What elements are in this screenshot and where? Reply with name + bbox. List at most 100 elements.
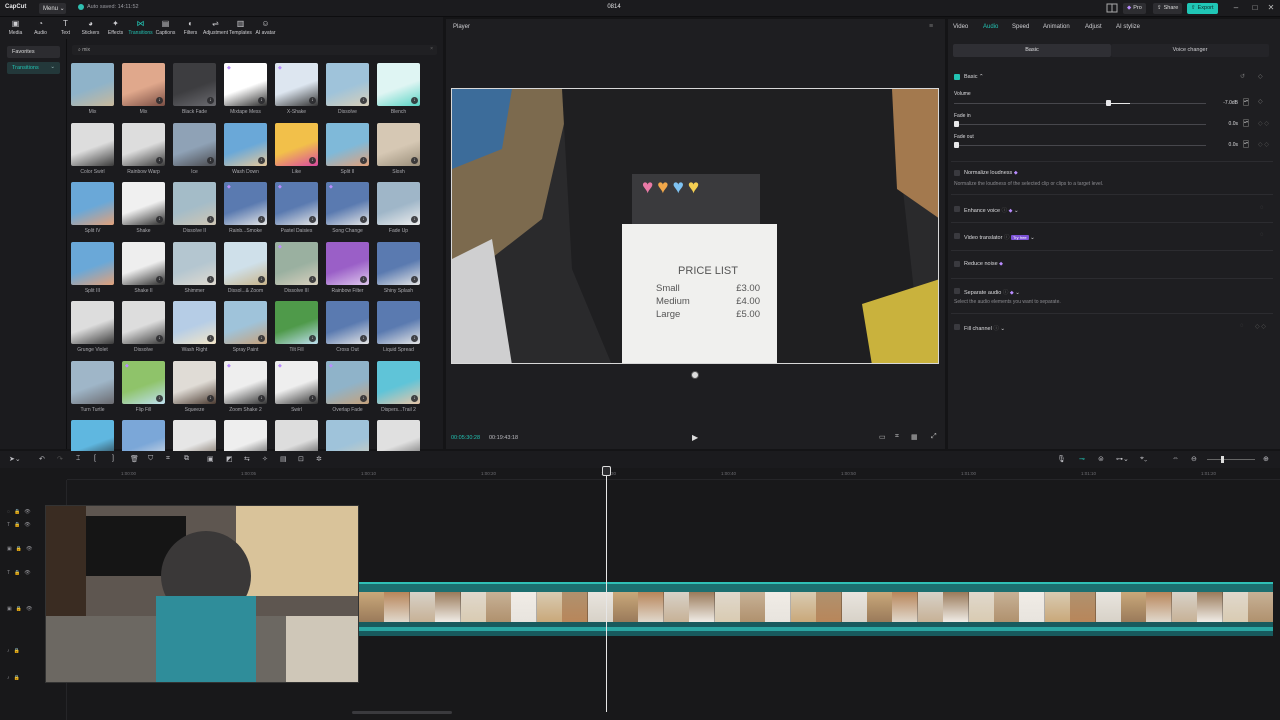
rotate-handle[interactable]	[691, 371, 699, 379]
transition-card[interactable]: ↓ Shake II	[122, 241, 165, 294]
transition-card[interactable]: ◆ ↓ Swirl	[275, 360, 318, 413]
download-icon[interactable]: ↓	[156, 275, 163, 283]
zoom-slider-knob[interactable]	[1221, 456, 1225, 463]
download-icon[interactable]: ↓	[207, 335, 214, 342]
eye-icon[interactable]: 👁	[26, 606, 36, 612]
reset-icon[interactable]: ↺	[1240, 73, 1245, 80]
play-button[interactable]: ▶	[692, 433, 698, 442]
microphone-icon[interactable]: 🎙	[1057, 455, 1066, 463]
share-button[interactable]: ⇪ Share	[1153, 3, 1183, 14]
playhead-handle[interactable]	[602, 466, 611, 476]
zoom-out-icon[interactable]: ⊖	[1191, 455, 1197, 463]
volume-slider-knob[interactable]	[1105, 100, 1111, 106]
transition-card[interactable]: ↓ Dissolve	[326, 63, 369, 115]
fullscreen-icon[interactable]: ⤢	[931, 433, 937, 441]
download-icon[interactable]: ↓	[258, 275, 265, 283]
lock-icon[interactable]: 🔒	[14, 522, 24, 528]
undo-icon[interactable]: ↶	[39, 455, 45, 463]
volume-value[interactable]: -7.0dB	[1218, 100, 1238, 106]
transition-card[interactable]: ◆ ↓ Rainb...Smoke	[224, 182, 267, 234]
overlay-video-clip[interactable]	[45, 505, 359, 683]
transition-card[interactable]: ↓ Split II	[326, 122, 369, 175]
transition-card[interactable]: ↓ Mix	[122, 63, 165, 115]
transition-card[interactable]: ↓ Cross Out	[326, 301, 369, 353]
transition-card[interactable]: ◆ ↓ Overlap Fade	[326, 360, 369, 413]
transition-card[interactable]: Color Swirl	[71, 122, 114, 175]
clear-search-icon[interactable]: ×	[430, 46, 433, 52]
download-icon[interactable]: ↓	[309, 216, 316, 223]
download-icon[interactable]: ↓	[156, 97, 163, 104]
fill-channel-checkbox[interactable]	[954, 324, 960, 330]
download-icon[interactable]: ↓	[411, 216, 418, 223]
transition-card[interactable]: ↓ Shiny Splash	[377, 241, 420, 294]
fade-out-slider[interactable]	[954, 145, 1206, 146]
sidebar-item-favorites[interactable]: Favorites	[7, 46, 60, 58]
settings-icon[interactable]: ◌	[1260, 205, 1264, 211]
eye-icon[interactable]: 👁	[26, 546, 36, 552]
transition-card[interactable]: ↓ Rainbow Warp	[122, 122, 165, 175]
ai-icon[interactable]: ✲	[316, 455, 322, 463]
eye-icon[interactable]: 👁	[24, 522, 34, 528]
tool-stickers[interactable]: ◕ Stickers	[78, 19, 103, 36]
transition-card[interactable]: ↓ Slosh	[377, 122, 420, 175]
tool-templates[interactable]: ▥ Templates	[228, 19, 253, 36]
crop-icon[interactable]: ⌗	[895, 433, 899, 441]
fade-out-stepper[interactable]: ▴▾	[1243, 140, 1249, 148]
transition-card[interactable]: ◆ ↓ X-Shake	[275, 63, 318, 115]
tool-transitions[interactable]: ⋈ Transitions	[128, 19, 153, 36]
reset-icon[interactable]: ◌	[1240, 323, 1244, 329]
eye-icon[interactable]: 👁	[24, 570, 34, 576]
download-icon[interactable]: ↓	[309, 335, 316, 342]
basic-section-label[interactable]: Basic ⌃	[964, 74, 984, 80]
download-icon[interactable]: ↓	[207, 216, 214, 223]
marker-icon[interactable]: ⛉	[148, 455, 153, 463]
video-translator-checkbox[interactable]	[954, 233, 960, 239]
lock-icon[interactable]: 🔒	[14, 648, 24, 654]
eye-icon[interactable]: 👁	[24, 509, 34, 515]
tab-animation[interactable]: Animation	[1043, 24, 1070, 30]
playhead-line[interactable]	[606, 468, 607, 712]
pro-button[interactable]: ◆ Pro	[1123, 3, 1146, 14]
basic-checkbox[interactable]	[954, 74, 960, 80]
transition-card[interactable]: ↓ Shimmer	[173, 241, 216, 294]
tab-audio[interactable]: Audio	[983, 24, 998, 30]
transition-card[interactable]: ↓ Ice	[173, 122, 216, 175]
download-icon[interactable]: ↓	[309, 275, 316, 283]
transition-card[interactable]: ↓ Wash Right	[173, 301, 216, 353]
download-icon[interactable]: ↓	[207, 394, 214, 402]
transition-card[interactable]: ↓ Shake	[122, 182, 165, 234]
transition-card[interactable]: ↓ Wash Down	[224, 122, 267, 175]
split-icon[interactable]: ⌶	[76, 455, 80, 463]
settings-icon[interactable]: ◌	[1260, 232, 1264, 238]
tab-adjust[interactable]: Adjust	[1085, 24, 1102, 30]
transition-card[interactable]: ↓ Black Fade	[173, 63, 216, 115]
lock-icon[interactable]: 🔒	[16, 546, 26, 552]
transition-card[interactable]: ↓ Rainbow Filter	[326, 241, 369, 294]
volume-slider[interactable]	[954, 103, 1206, 104]
transition-card[interactable]: ◆ ↓ Zoom Shake 2	[224, 360, 267, 413]
tool-effects[interactable]: ✦ Effects	[103, 19, 128, 36]
download-icon[interactable]: ↓	[258, 335, 265, 342]
download-icon[interactable]: ↓	[258, 394, 265, 402]
tab-ai-stylize[interactable]: AI stylize	[1116, 24, 1140, 30]
fade-in-slider[interactable]	[954, 124, 1206, 125]
download-icon[interactable]: ↓	[207, 275, 214, 283]
quality-icon[interactable]: ▦	[911, 433, 918, 441]
lock-icon[interactable]: 🔒	[16, 606, 26, 612]
tool-media[interactable]: ▣ Media	[3, 19, 28, 36]
volume-stepper[interactable]: ▴▾	[1243, 98, 1249, 106]
transition-card[interactable]: ◆ ↓ Pastel Daisies	[275, 182, 318, 234]
download-icon[interactable]: ↓	[258, 216, 265, 223]
subtitle-icon[interactable]: ▤	[280, 455, 287, 463]
zoom-in-icon[interactable]: ⊕	[1263, 455, 1269, 463]
download-icon[interactable]: ↓	[207, 97, 214, 104]
download-icon[interactable]: ↓	[156, 394, 163, 402]
minimize-icon[interactable]: –	[1230, 2, 1242, 14]
split-right-icon[interactable]: ]	[112, 455, 114, 462]
download-icon[interactable]: ↓	[360, 97, 367, 104]
tab-video[interactable]: Video	[953, 24, 968, 30]
preview-axis-icon[interactable]: ⌖⌄	[1140, 455, 1147, 463]
tool-filters[interactable]: ◐ Filters	[178, 19, 203, 36]
maximize-icon[interactable]: □	[1249, 2, 1261, 14]
info-icon[interactable]: ⓘ	[993, 326, 999, 332]
